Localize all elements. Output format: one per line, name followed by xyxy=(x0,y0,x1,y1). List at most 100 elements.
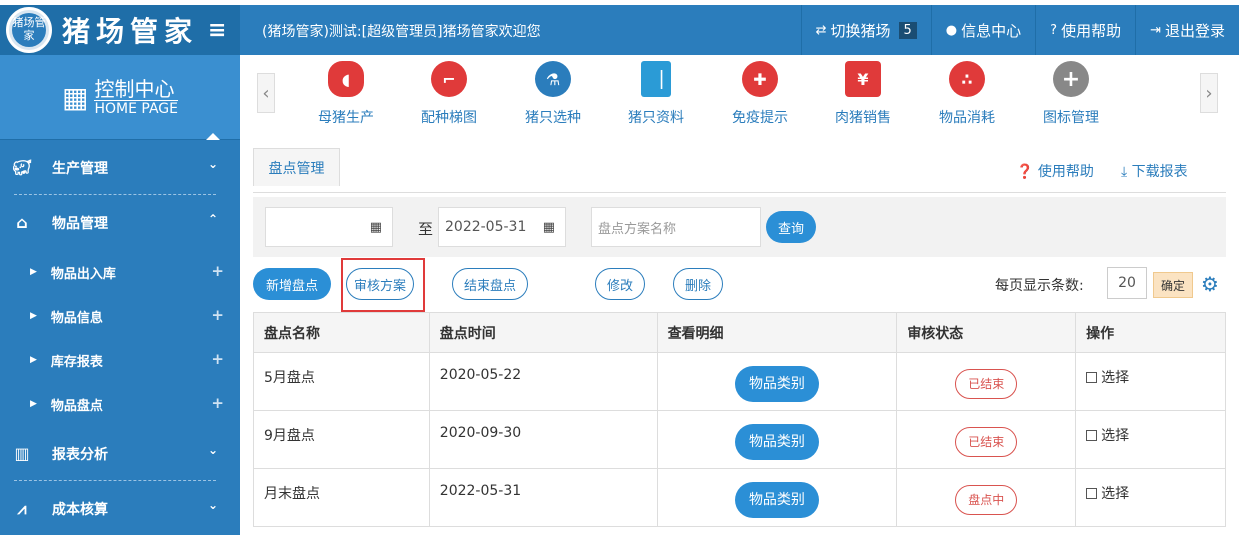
caret-right-icon: ▶ xyxy=(30,267,37,277)
sidebar-subitem-stock-report[interactable]: ▶ 库存报表 + xyxy=(0,338,240,382)
goods-category-button[interactable]: 物品类别 xyxy=(734,366,819,402)
tab-inventory-management[interactable]: 盘点管理 xyxy=(253,148,340,186)
shortcut-immunization[interactable]: ✚ 免疫提示 xyxy=(715,61,805,127)
sidebar-item-cost[interactable]: ⩘ 成本核算 ⌄ xyxy=(0,481,240,535)
shortcut-label: 母猪生产 xyxy=(318,110,374,126)
menu-toggle-icon[interactable]: ≡ xyxy=(208,18,226,43)
plus-icon: + xyxy=(211,350,224,368)
end-date-input[interactable]: 2022-05-31 ▦ xyxy=(438,207,566,247)
chevron-up-icon: ⌃ xyxy=(207,212,218,226)
cell-status: 已结束 xyxy=(896,410,1077,469)
query-button[interactable]: 查询 xyxy=(766,211,816,243)
sidebar-item-label: 生产管理 xyxy=(52,160,108,177)
shortcut-label: 免疫提示 xyxy=(732,110,788,126)
cell-date: 2020-05-22 xyxy=(428,352,658,411)
welcome-text: (猪场管家)测试:[超级管理员]猪场管家欢迎您 xyxy=(262,24,541,40)
chevron-down-icon: ⌄ xyxy=(207,498,218,512)
sidebar-item-goods[interactable]: ⌂ 物品管理 ⌃ xyxy=(0,195,240,250)
cell-name: 5月盘点 xyxy=(253,352,430,411)
sidebar-subitem-label: 物品信息 xyxy=(50,310,103,326)
calendar-grid-icon: ▦ xyxy=(369,220,382,235)
stairs-icon: ⌐ xyxy=(431,61,467,97)
scroll-left-button[interactable]: ‹ xyxy=(257,73,275,113)
control-center-title: 控制中心 xyxy=(94,76,175,101)
logout-icon: ⇥ xyxy=(1150,22,1161,38)
cell-date: 2020-09-30 xyxy=(428,410,658,469)
goods-submenu: ▶ 物品出入库 + ▶ 物品信息 + ▶ 库存报表 + ▶ 物品盘点 + xyxy=(0,250,240,426)
select-checkbox[interactable] xyxy=(1086,430,1098,441)
switch-farm-button[interactable]: ⇄ 切换猪场 5 xyxy=(800,5,931,55)
goods-category-button[interactable]: 物品类别 xyxy=(734,482,819,518)
select-label: 选择 xyxy=(1101,370,1130,386)
plus-circle-icon: + xyxy=(1053,61,1089,97)
sidebar-subitem-info[interactable]: ▶ 物品信息 + xyxy=(0,294,240,338)
shortcut-sow-production[interactable]: ◖ 母猪生产 xyxy=(301,61,391,127)
select-label: 选择 xyxy=(1101,486,1130,502)
inventory-table: 盘点名称 盘点时间 查看明细 审核状态 操作 5月盘点 2020-05-22 物… xyxy=(253,312,1226,527)
chevron-down-icon: ⌄ xyxy=(207,157,218,171)
shortcut-label: 图标管理 xyxy=(1043,110,1099,126)
plus-icon: + xyxy=(211,306,224,324)
cell-action: 选择 xyxy=(1075,410,1226,469)
confirm-page-size-button[interactable]: 确定 xyxy=(1153,272,1193,298)
top-bar: 猪场管家 猪场管家 ≡ (猪场管家)测试:[超级管理员]猪场管家欢迎您 ⇄ 切换… xyxy=(0,5,1239,55)
cost-chart-icon: ⩘ xyxy=(17,498,27,518)
scroll-right-button[interactable]: › xyxy=(1200,73,1218,113)
column-header: 操作 xyxy=(1075,312,1226,353)
shortcut-goods-consumption[interactable]: ∴ 物品消耗 xyxy=(922,61,1012,127)
sidebar-subitem-label: 物品出入库 xyxy=(50,266,116,282)
sidebar: ▦ 控制中心 HOME PAGE 🐖︎ 生产管理 ⌄ ⌂ 物品管理 ⌃ ▶ 物品… xyxy=(0,55,240,535)
app-title: 猪场管家 xyxy=(62,15,199,48)
sidebar-subitem-inout[interactable]: ▶ 物品出入库 + xyxy=(0,250,240,294)
goods-category-button[interactable]: 物品类别 xyxy=(734,424,819,460)
sidebar-item-reports[interactable]: ▥ 报表分析 ⌄ xyxy=(0,426,240,481)
download-link-label: 下载报表 xyxy=(1131,164,1188,180)
sidebar-item-label: 报表分析 xyxy=(52,446,108,463)
shortcut-icon-management[interactable]: + 图标管理 xyxy=(1026,61,1116,127)
delete-button[interactable]: 删除 xyxy=(673,268,723,300)
help-label: 使用帮助 xyxy=(1061,21,1122,40)
sidebar-item-production[interactable]: 🐖︎ 生产管理 ⌄ xyxy=(0,140,240,195)
logout-button[interactable]: ⇥ 退出登录 xyxy=(1135,5,1239,55)
cell-status: 盘点中 xyxy=(896,468,1077,527)
shortcut-breeding-chart[interactable]: ⌐ 配种梯图 xyxy=(404,61,494,127)
cell-date: 2022-05-31 xyxy=(428,468,658,527)
active-caret xyxy=(206,133,220,140)
finish-inventory-button[interactable]: 结束盘点 xyxy=(452,268,528,300)
home-page-subtitle: HOME PAGE xyxy=(94,99,178,117)
cell-name: 月末盘点 xyxy=(253,468,430,527)
help-button[interactable]: ? 使用帮助 xyxy=(1035,5,1135,55)
heart-cross-icon: ✚ xyxy=(742,61,778,97)
cell-status: 已结束 xyxy=(896,352,1077,411)
sidebar-subitem-inventory[interactable]: ▶ 物品盘点 + xyxy=(0,382,240,426)
help-link[interactable]: ❓ 使用帮助 xyxy=(1016,161,1096,183)
circles-icon: ∴ xyxy=(949,61,985,97)
column-header: 查看明细 xyxy=(656,312,898,353)
select-checkbox[interactable] xyxy=(1086,488,1098,499)
control-center[interactable]: ▦ 控制中心 HOME PAGE xyxy=(0,55,240,140)
app-window: 猪场管家 猪场管家 ≡ (猪场管家)测试:[超级管理员]猪场管家欢迎您 ⇄ 切换… xyxy=(0,0,1239,535)
sidebar-item-label: 物品管理 xyxy=(52,215,108,232)
shortcut-bar: ‹ › ◖ 母猪生产 ⌐ 配种梯图 ⚗ 猪只选种 ▕ 猪只资料 ✚ 免疫提示 ¥… xyxy=(240,55,1239,145)
page-size-label: 每页显示条数: xyxy=(995,278,1084,294)
info-center-button[interactable]: ● 信息中心 xyxy=(930,5,1035,55)
download-report-link[interactable]: ⤓ 下载报表 xyxy=(1121,161,1201,183)
shortcut-pig-records[interactable]: ▕ 猪只资料 xyxy=(611,61,701,127)
status-badge: 盘点中 xyxy=(955,485,1018,515)
shortcut-hog-sales[interactable]: ¥ 肉猪销售 xyxy=(818,61,908,127)
sidebar-item-label: 成本核算 xyxy=(52,501,108,518)
start-date-input[interactable]: ▦ xyxy=(265,207,393,247)
page-size-input[interactable]: 20 xyxy=(1107,267,1147,299)
caret-right-icon: ▶ xyxy=(30,399,37,409)
plan-name-search-input[interactable]: 盘点方案名称 xyxy=(591,207,761,247)
chart-icon: ▥ xyxy=(14,444,30,463)
gear-icon[interactable]: ⚙ xyxy=(1201,272,1219,296)
add-inventory-button[interactable]: 新增盘点 xyxy=(253,268,331,300)
plus-icon: + xyxy=(211,394,224,412)
shortcut-pig-selection[interactable]: ⚗ 猪只选种 xyxy=(508,61,598,127)
table-row: 月末盘点 2022-05-31 物品类别 盘点中 选择 xyxy=(253,468,1226,527)
edit-button[interactable]: 修改 xyxy=(595,268,645,300)
chevron-down-icon: ⌄ xyxy=(207,443,218,457)
select-checkbox[interactable] xyxy=(1086,372,1098,383)
column-header: 盘点时间 xyxy=(428,312,658,353)
